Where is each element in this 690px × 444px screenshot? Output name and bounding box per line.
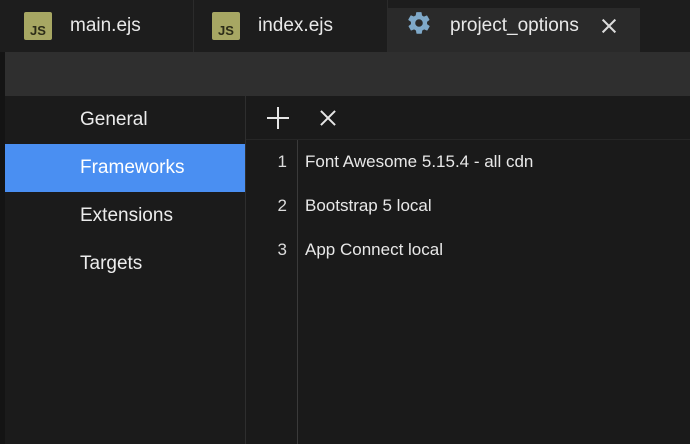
- tab-label: project_options: [450, 15, 579, 36]
- sidebar-item-label: Targets: [80, 253, 143, 274]
- sidebar-item-targets[interactable]: Targets: [5, 240, 245, 288]
- js-file-icon: JS: [24, 12, 52, 40]
- header-strip: [5, 52, 690, 96]
- gutter-divider: [297, 140, 298, 444]
- close-tab-icon[interactable]: [601, 18, 617, 34]
- plus-icon[interactable]: [266, 106, 290, 130]
- list-item[interactable]: 1 Font Awesome 5.15.4 - all cdn: [246, 140, 690, 184]
- tab-bar-empty-area: [640, 0, 690, 52]
- tab-main-ejs[interactable]: JS main.ejs: [0, 0, 194, 52]
- framework-name: Bootstrap 5 local: [305, 196, 432, 215]
- row-number: 1: [277, 152, 287, 171]
- tab-index-ejs[interactable]: JS index.ejs: [194, 0, 388, 52]
- sidebar-item-label: Extensions: [80, 205, 173, 226]
- editor-tab-bar: JS main.ejs JS index.ejs project_options: [0, 0, 690, 52]
- gear-icon: [408, 12, 430, 34]
- list-item[interactable]: 3 App Connect local: [246, 228, 690, 272]
- sidebar-item-label: General: [80, 109, 148, 130]
- tab-project-options[interactable]: project_options: [388, 0, 640, 52]
- list-item[interactable]: 2 Bootstrap 5 local: [246, 184, 690, 228]
- options-sidebar: General Frameworks Extensions Targets: [5, 96, 245, 444]
- app-window: JS main.ejs JS index.ejs project_options…: [0, 0, 690, 444]
- frameworks-list: 1 Font Awesome 5.15.4 - all cdn 2 Bootst…: [246, 140, 690, 444]
- framework-name: Font Awesome 5.15.4 - all cdn: [305, 152, 534, 171]
- sidebar-item-label: Frameworks: [80, 157, 185, 178]
- frameworks-toolbar: [246, 96, 690, 140]
- row-number: 2: [277, 196, 287, 215]
- sidebar-item-general[interactable]: General: [5, 96, 245, 144]
- sidebar-item-extensions[interactable]: Extensions: [5, 192, 245, 240]
- js-file-icon: JS: [212, 12, 240, 40]
- framework-name: App Connect local: [305, 240, 443, 259]
- sidebar-item-frameworks[interactable]: Frameworks: [5, 144, 245, 192]
- tab-label: main.ejs: [70, 15, 141, 36]
- row-number: 3: [277, 240, 287, 259]
- remove-icon[interactable]: [316, 106, 340, 130]
- frameworks-panel: 1 Font Awesome 5.15.4 - all cdn 2 Bootst…: [245, 96, 690, 444]
- tab-label: index.ejs: [258, 15, 333, 36]
